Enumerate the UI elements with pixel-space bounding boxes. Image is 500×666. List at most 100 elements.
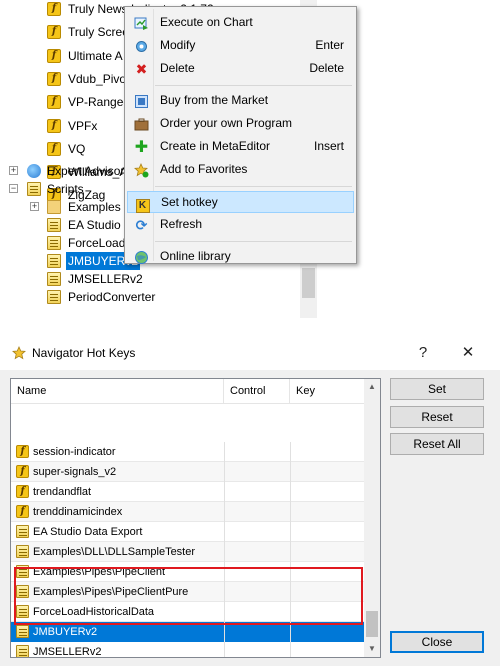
row-key-cell[interactable]: [290, 602, 365, 622]
menu-item-label: Buy from the Market: [160, 93, 269, 107]
tree-scrollbar-thumb[interactable]: [302, 268, 315, 298]
menu-item-label: Execute on Chart: [160, 15, 253, 29]
tree-item-label: Scripts: [47, 182, 84, 196]
reset-button[interactable]: Reset: [390, 406, 484, 428]
table-row[interactable]: f session-indicator: [11, 442, 364, 462]
row-control-cell[interactable]: [224, 642, 291, 657]
menu-item-delete[interactable]: ✖ Delete Delete: [127, 58, 354, 80]
table-row[interactable]: Examples\DLL\DLLSampleTester: [11, 542, 364, 562]
green-plus-icon: ✚: [134, 139, 149, 156]
navigator-hot-keys-dialog: Navigator Hot Keys ? ✕ Name Control Key …: [0, 336, 500, 666]
column-header-key[interactable]: Key: [290, 379, 364, 403]
row-control-cell[interactable]: [224, 542, 291, 562]
tree-item[interactable]: PeriodConverter: [0, 288, 300, 306]
tree-item-label: JMSELLERv2: [68, 272, 143, 286]
script-icon: [16, 565, 29, 578]
row-key-cell[interactable]: [290, 522, 365, 542]
menu-item-execute-on-chart[interactable]: Execute on Chart: [127, 12, 354, 34]
tree-item-label: VP-Range-: [68, 95, 128, 110]
menu-item-modify[interactable]: Modify Enter: [127, 35, 354, 57]
dialog-title: Navigator Hot Keys: [32, 346, 136, 360]
menu-item-create-in-metaeditor[interactable]: ✚ Create in MetaEditor Insert: [127, 136, 354, 158]
table-row[interactable]: f trendandflat: [11, 482, 364, 502]
row-control-cell[interactable]: [224, 482, 291, 502]
script-icon: [16, 605, 29, 618]
indicator-f-icon: f: [47, 118, 61, 133]
tree-item-label: PeriodConverter: [68, 290, 156, 304]
close-icon[interactable]: ✕: [453, 340, 483, 366]
indicator-f-icon: f: [47, 71, 61, 86]
menu-item-label: Set hotkey: [161, 195, 218, 209]
row-control-cell[interactable]: [224, 582, 291, 602]
collapse-minus-icon[interactable]: −: [9, 184, 18, 193]
menu-item-shortcut: Enter: [315, 38, 344, 52]
script-icon: [16, 625, 29, 638]
refresh-icon: ⟳: [135, 217, 148, 233]
row-key-cell[interactable]: [290, 462, 365, 482]
row-name: Examples\Pipes\PipeClient: [33, 566, 166, 578]
red-x-icon: ✖: [135, 61, 148, 77]
row-key-cell[interactable]: [290, 642, 365, 657]
globe-icon: [134, 250, 149, 265]
menu-item-online-library[interactable]: Online library: [127, 246, 354, 268]
script-icon: [16, 645, 29, 657]
indicator-f-icon: f: [47, 25, 61, 40]
tree-item-label: Examples: [68, 200, 121, 214]
tree-item-label: VQ: [68, 141, 86, 156]
close-button[interactable]: Close: [390, 631, 484, 653]
table-row[interactable]: f super-signals_v2: [11, 462, 364, 482]
row-key-cell[interactable]: [290, 442, 365, 462]
set-button[interactable]: Set: [390, 378, 484, 400]
indicator-f-icon: f: [16, 485, 29, 498]
menu-item-shortcut: Delete: [309, 61, 344, 75]
row-control-cell[interactable]: [224, 562, 291, 582]
row-key-cell[interactable]: [290, 622, 365, 642]
indicator-f-icon: f: [47, 95, 61, 110]
table-row[interactable]: Examples\Pipes\PipeClient: [11, 562, 364, 582]
cart-icon: [134, 94, 149, 109]
menu-item-order-your-own-program[interactable]: Order your own Program: [127, 113, 354, 135]
expand-plus-icon[interactable]: +: [9, 166, 18, 175]
dialog-titlebar: Navigator Hot Keys ? ✕: [0, 336, 500, 370]
row-control-cell[interactable]: [224, 442, 291, 462]
expand-plus-icon[interactable]: +: [30, 202, 39, 211]
row-key-cell[interactable]: [290, 482, 365, 502]
row-key-cell[interactable]: [290, 562, 365, 582]
row-control-cell[interactable]: [224, 602, 291, 622]
scroll-down-arrow-icon[interactable]: ▼: [364, 641, 380, 657]
menu-item-add-to-favorites[interactable]: Add to Favorites: [127, 159, 354, 181]
table-row[interactable]: f trenddinamicindex: [11, 502, 364, 522]
menu-item-shortcut: Insert: [313, 139, 344, 153]
expert-advisor-icon: [27, 164, 41, 178]
menu-item-label: Create in MetaEditor: [160, 139, 271, 153]
menu-item-refresh[interactable]: ⟳ Refresh: [127, 214, 354, 236]
help-button[interactable]: ?: [408, 340, 438, 366]
row-key-cell[interactable]: [290, 502, 365, 522]
scroll-up-arrow-icon[interactable]: ▲: [364, 379, 380, 395]
hotkeys-list: Name Control Key f session-indicator f supe…: [10, 378, 381, 658]
menu-item-buy-from-the-market[interactable]: Buy from the Market: [127, 90, 354, 112]
row-control-cell[interactable]: [224, 622, 291, 642]
tree-item[interactable]: JMSELLERv2: [0, 270, 300, 288]
menu-item-label: Modify: [160, 38, 196, 52]
row-control-cell[interactable]: [224, 502, 291, 522]
table-row[interactable]: ForceLoadHistoricalData: [11, 602, 364, 622]
table-row[interactable]: EA Studio Data Export: [11, 522, 364, 542]
script-icon: [47, 236, 61, 250]
column-header-name[interactable]: Name: [11, 379, 224, 403]
table-row[interactable]: Examples\Pipes\PipeClientPure: [11, 582, 364, 602]
list-scrollbar-thumb[interactable]: [366, 611, 378, 637]
row-name: JMSELLERv2: [33, 646, 102, 658]
reset-all-button[interactable]: Reset All: [390, 433, 484, 455]
list-scrollbar[interactable]: ▲ ▼: [364, 379, 380, 657]
row-control-cell[interactable]: [224, 522, 291, 542]
menu-item-set-hotkey[interactable]: K Set hotkey: [127, 191, 354, 213]
list-header: Name Control Key: [11, 379, 364, 404]
row-key-cell[interactable]: [290, 582, 365, 602]
table-row[interactable]: JMBUYERv2: [11, 622, 364, 642]
row-key-cell[interactable]: [290, 542, 365, 562]
row-control-cell[interactable]: [224, 462, 291, 482]
table-row[interactable]: JMSELLERv2: [11, 642, 365, 658]
column-header-control[interactable]: Control: [224, 379, 290, 403]
menu-separator: [155, 241, 352, 242]
